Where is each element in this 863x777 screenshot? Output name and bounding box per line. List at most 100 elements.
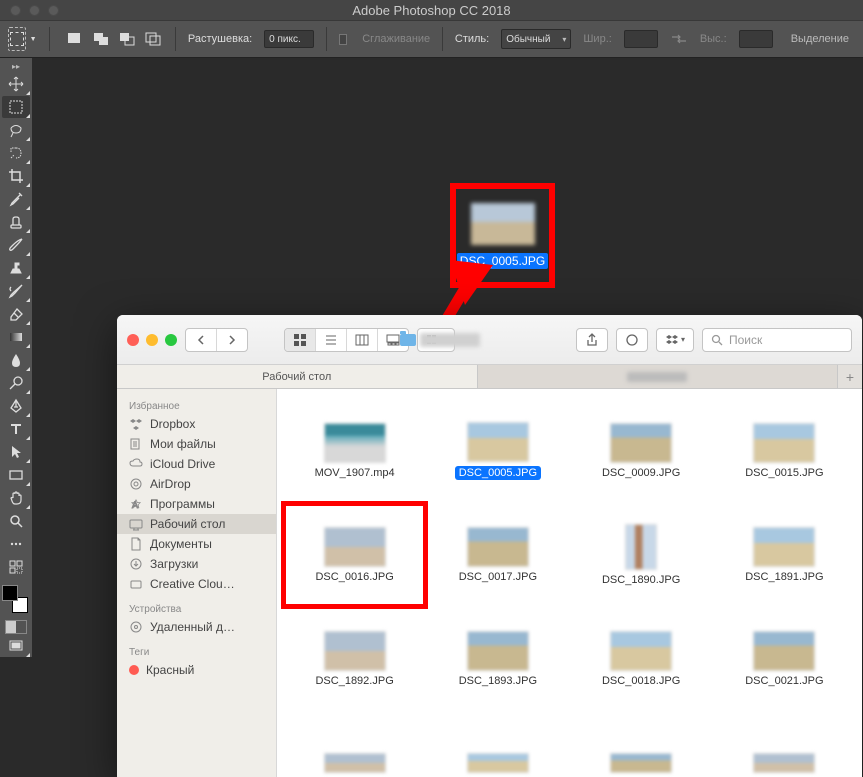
view-mode-buttons [284, 328, 409, 352]
sidebar-item-desktop[interactable]: Рабочий стол [117, 514, 276, 534]
new-tab-button[interactable]: + [838, 365, 862, 388]
svg-text:A: A [132, 500, 138, 510]
finder-maximize-icon[interactable] [165, 334, 177, 346]
file-item[interactable]: MOV_1907.mp4 [285, 401, 424, 501]
file-thumbnail [753, 631, 815, 671]
style-select[interactable]: Обычный [501, 29, 571, 49]
file-thumbnail [610, 423, 672, 463]
select-and-mask-button[interactable]: Выделение [785, 31, 855, 47]
sidebar-tag-red[interactable]: Красный [117, 660, 276, 680]
sidebar-item-creative-cloud[interactable]: Creative Clou… [117, 574, 276, 594]
file-item[interactable] [428, 713, 567, 777]
file-thumbnail [610, 631, 672, 671]
tags-button[interactable] [617, 329, 647, 351]
eyedropper-tool[interactable] [2, 188, 30, 210]
file-grid: MOV_1907.mp4 DSC_0005.JPG DSC_0009.JPG D… [277, 389, 862, 777]
file-thumbnail [467, 422, 529, 462]
list-view-button[interactable] [316, 329, 347, 351]
search-placeholder: Поиск [729, 333, 762, 347]
sidebar-tags-header: Теги [117, 643, 276, 660]
sidebar-item-applications[interactable]: AПрограммы [117, 494, 276, 514]
sidebar-item-downloads[interactable]: Загрузки [117, 554, 276, 574]
foreground-color-swatch[interactable] [2, 585, 18, 601]
sidebar-item-icloud[interactable]: iCloud Drive [117, 454, 276, 474]
file-item[interactable]: DSC_0016.JPG [285, 505, 424, 605]
antialias-label: Сглаживание [362, 33, 430, 45]
file-item[interactable]: DSC_1893.JPG [428, 609, 567, 709]
share-button[interactable] [577, 329, 607, 351]
selection-add-icon[interactable] [91, 30, 111, 48]
edit-toolbar-icon[interactable] [2, 556, 30, 578]
tab-other[interactable] [478, 365, 839, 388]
file-item[interactable]: DSC_1892.JPG [285, 609, 424, 709]
file-item[interactable] [285, 713, 424, 777]
healing-brush-tool[interactable] [2, 211, 30, 233]
brush-tool[interactable] [2, 234, 30, 256]
sidebar-item-remote-disc[interactable]: Удаленный д… [117, 617, 276, 637]
move-tool[interactable] [2, 73, 30, 95]
dropbox-button[interactable]: ▾ [657, 329, 693, 351]
tab-desktop[interactable]: Рабочий стол [117, 365, 478, 388]
selection-subtract-icon[interactable] [117, 30, 137, 48]
back-button[interactable] [186, 329, 217, 351]
screen-mode-icon[interactable] [2, 635, 30, 657]
file-thumbnail [625, 524, 657, 570]
file-item[interactable]: DSC_0018.JPG [572, 609, 711, 709]
eraser-tool[interactable] [2, 303, 30, 325]
gradient-tool[interactable] [2, 326, 30, 348]
sidebar-item-documents[interactable]: Документы [117, 534, 276, 554]
dragged-filename: DSC_0005.JPG [457, 253, 548, 269]
file-thumbnail [324, 753, 386, 773]
height-label: Выс.: [700, 33, 727, 45]
divider [442, 27, 443, 51]
finder-minimize-icon[interactable] [146, 334, 158, 346]
file-item[interactable]: DSC_0017.JPG [428, 505, 567, 605]
file-item[interactable]: DSC_0009.JPG [572, 401, 711, 501]
tool-preset-arrow-icon[interactable]: ▼ [30, 36, 37, 43]
icon-view-button[interactable] [285, 329, 316, 351]
window-controls [0, 5, 59, 16]
sidebar-item-dropbox[interactable]: Dropbox [117, 414, 276, 434]
clone-stamp-tool[interactable] [2, 257, 30, 279]
pen-tool[interactable] [2, 395, 30, 417]
hand-tool[interactable] [2, 487, 30, 509]
current-tool-icon[interactable] [8, 27, 26, 51]
more-tools-icon[interactable] [2, 533, 30, 555]
selection-new-icon[interactable] [65, 30, 85, 48]
quick-selection-tool[interactable] [2, 142, 30, 164]
app-title: Adobe Photoshop CC 2018 [352, 3, 510, 18]
file-item[interactable] [715, 713, 854, 777]
file-item[interactable]: DSC_0005.JPG [428, 401, 567, 501]
dodge-tool[interactable] [2, 372, 30, 394]
path-selection-tool[interactable] [2, 441, 30, 463]
selection-intersect-icon[interactable] [143, 30, 163, 48]
blur-tool[interactable] [2, 349, 30, 371]
lasso-tool[interactable] [2, 119, 30, 141]
search-input[interactable]: Поиск [702, 328, 852, 352]
marquee-tool[interactable] [2, 96, 30, 118]
crop-tool[interactable] [2, 165, 30, 187]
column-view-button[interactable] [347, 329, 378, 351]
file-item[interactable] [572, 713, 711, 777]
rectangle-tool[interactable] [2, 464, 30, 486]
divider [175, 27, 176, 51]
quick-mask-toggle[interactable] [5, 620, 27, 634]
file-item[interactable]: DSC_1891.JPG [715, 505, 854, 605]
sidebar-item-myfiles[interactable]: Мои файлы [117, 434, 276, 454]
file-item[interactable]: DSC_0015.JPG [715, 401, 854, 501]
minimize-window-icon[interactable] [29, 5, 40, 16]
photoshop-titlebar: Adobe Photoshop CC 2018 [0, 0, 863, 20]
zoom-tool[interactable] [2, 510, 30, 532]
maximize-window-icon[interactable] [48, 5, 59, 16]
color-swatches[interactable] [2, 585, 30, 613]
file-item[interactable]: DSC_1890.JPG [572, 505, 711, 605]
finder-close-icon[interactable] [127, 334, 139, 346]
forward-button[interactable] [217, 329, 247, 351]
sidebar-item-airdrop[interactable]: AirDrop [117, 474, 276, 494]
feather-input[interactable] [264, 30, 314, 48]
file-item[interactable]: DSC_0021.JPG [715, 609, 854, 709]
type-tool[interactable] [2, 418, 30, 440]
history-brush-tool[interactable] [2, 280, 30, 302]
collapse-tools-icon[interactable]: ▸▸ [1, 62, 31, 72]
close-window-icon[interactable] [10, 5, 21, 16]
